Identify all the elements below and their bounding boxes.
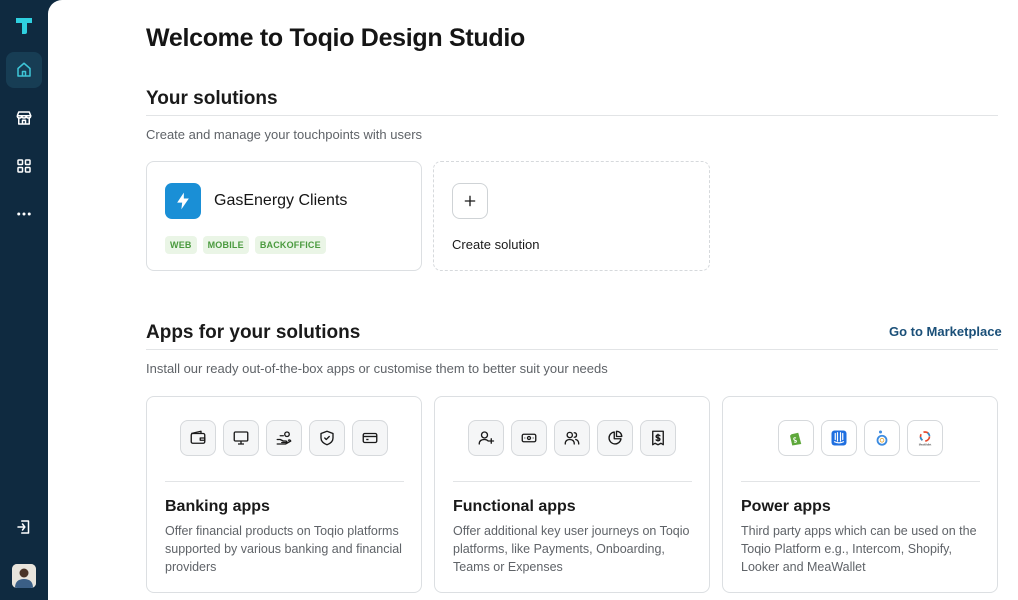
icon-row: MeaWallet bbox=[723, 420, 997, 456]
card-divider bbox=[453, 481, 692, 482]
home-icon bbox=[17, 62, 31, 77]
cash-hand-icon bbox=[266, 420, 302, 456]
solutions-subtitle: Create and manage your touchpoints with … bbox=[146, 127, 423, 142]
pie-chart-icon bbox=[597, 420, 633, 456]
store-icon bbox=[16, 111, 32, 125]
shopify-icon bbox=[777, 420, 814, 456]
card-description: Third party apps which can be used on th… bbox=[741, 524, 977, 574]
solution-card[interactable]: GasEnergy Clients WEB MOBILE BACKOFFICE bbox=[146, 161, 422, 271]
tag-web: WEB bbox=[165, 236, 197, 254]
banknote-icon bbox=[511, 420, 547, 456]
user-plus-icon bbox=[468, 420, 504, 456]
logout-button[interactable] bbox=[6, 509, 42, 545]
monitor-icon bbox=[223, 420, 259, 456]
icon-row bbox=[147, 420, 421, 456]
main-content: Welcome to Toqio Design Studio Your solu… bbox=[48, 0, 1018, 600]
create-solution-button[interactable] bbox=[452, 183, 488, 219]
intercom-icon bbox=[820, 420, 857, 456]
users-icon bbox=[554, 420, 590, 456]
banking-apps-card[interactable]: Banking apps Offer financial products on… bbox=[146, 396, 422, 593]
grid-icon bbox=[17, 159, 31, 173]
sidebar bbox=[0, 0, 48, 600]
sidebar-item-store[interactable] bbox=[6, 100, 42, 136]
apps-subtitle: Install our ready out-of-the-box apps or… bbox=[146, 361, 608, 376]
shield-icon bbox=[309, 420, 345, 456]
card-title: Banking apps bbox=[165, 498, 270, 515]
create-solution-label: Create solution bbox=[452, 237, 540, 252]
apps-heading: Apps for your solutions bbox=[146, 322, 361, 343]
tag-mobile: MOBILE bbox=[202, 236, 249, 254]
power-apps-card[interactable]: MeaWallet Power apps Third party apps wh… bbox=[722, 396, 998, 593]
solution-tags: WEB MOBILE BACKOFFICE bbox=[165, 236, 326, 254]
page-title: Welcome to Toqio Design Studio bbox=[146, 24, 525, 52]
card-title: Power apps bbox=[741, 498, 831, 515]
logout-icon bbox=[17, 520, 30, 534]
functional-apps-card[interactable]: Functional apps Offer additional key use… bbox=[434, 396, 710, 593]
avatar[interactable] bbox=[12, 564, 36, 588]
card-divider bbox=[165, 481, 404, 482]
meawallet-icon: MeaWallet bbox=[906, 420, 943, 456]
sidebar-item-more[interactable] bbox=[6, 196, 42, 232]
sidebar-item-home[interactable] bbox=[6, 52, 42, 88]
card-description: Offer financial products on Toqio platfo… bbox=[165, 524, 402, 574]
divider bbox=[146, 115, 998, 116]
plus-icon bbox=[464, 195, 476, 207]
looker-icon bbox=[863, 420, 900, 456]
toqio-logo[interactable] bbox=[13, 14, 35, 36]
solutions-heading: Your solutions bbox=[146, 88, 278, 109]
more-icon bbox=[17, 212, 31, 216]
go-to-marketplace-link[interactable]: Go to Marketplace bbox=[889, 324, 1002, 339]
divider bbox=[146, 349, 998, 350]
create-solution-card[interactable]: Create solution bbox=[433, 161, 710, 271]
lightning-icon bbox=[165, 183, 201, 219]
card-divider bbox=[741, 481, 980, 482]
card-icon bbox=[352, 420, 388, 456]
receipt-icon bbox=[640, 420, 676, 456]
tag-backoffice: BACKOFFICE bbox=[254, 236, 326, 254]
solution-name: GasEnergy Clients bbox=[214, 192, 348, 209]
card-description: Offer additional key user journeys on To… bbox=[453, 524, 690, 574]
sidebar-item-apps[interactable] bbox=[6, 148, 42, 184]
svg-text:MeaWallet: MeaWallet bbox=[918, 443, 931, 447]
card-title: Functional apps bbox=[453, 498, 576, 515]
wallet-icon bbox=[180, 420, 216, 456]
icon-row bbox=[435, 420, 709, 456]
